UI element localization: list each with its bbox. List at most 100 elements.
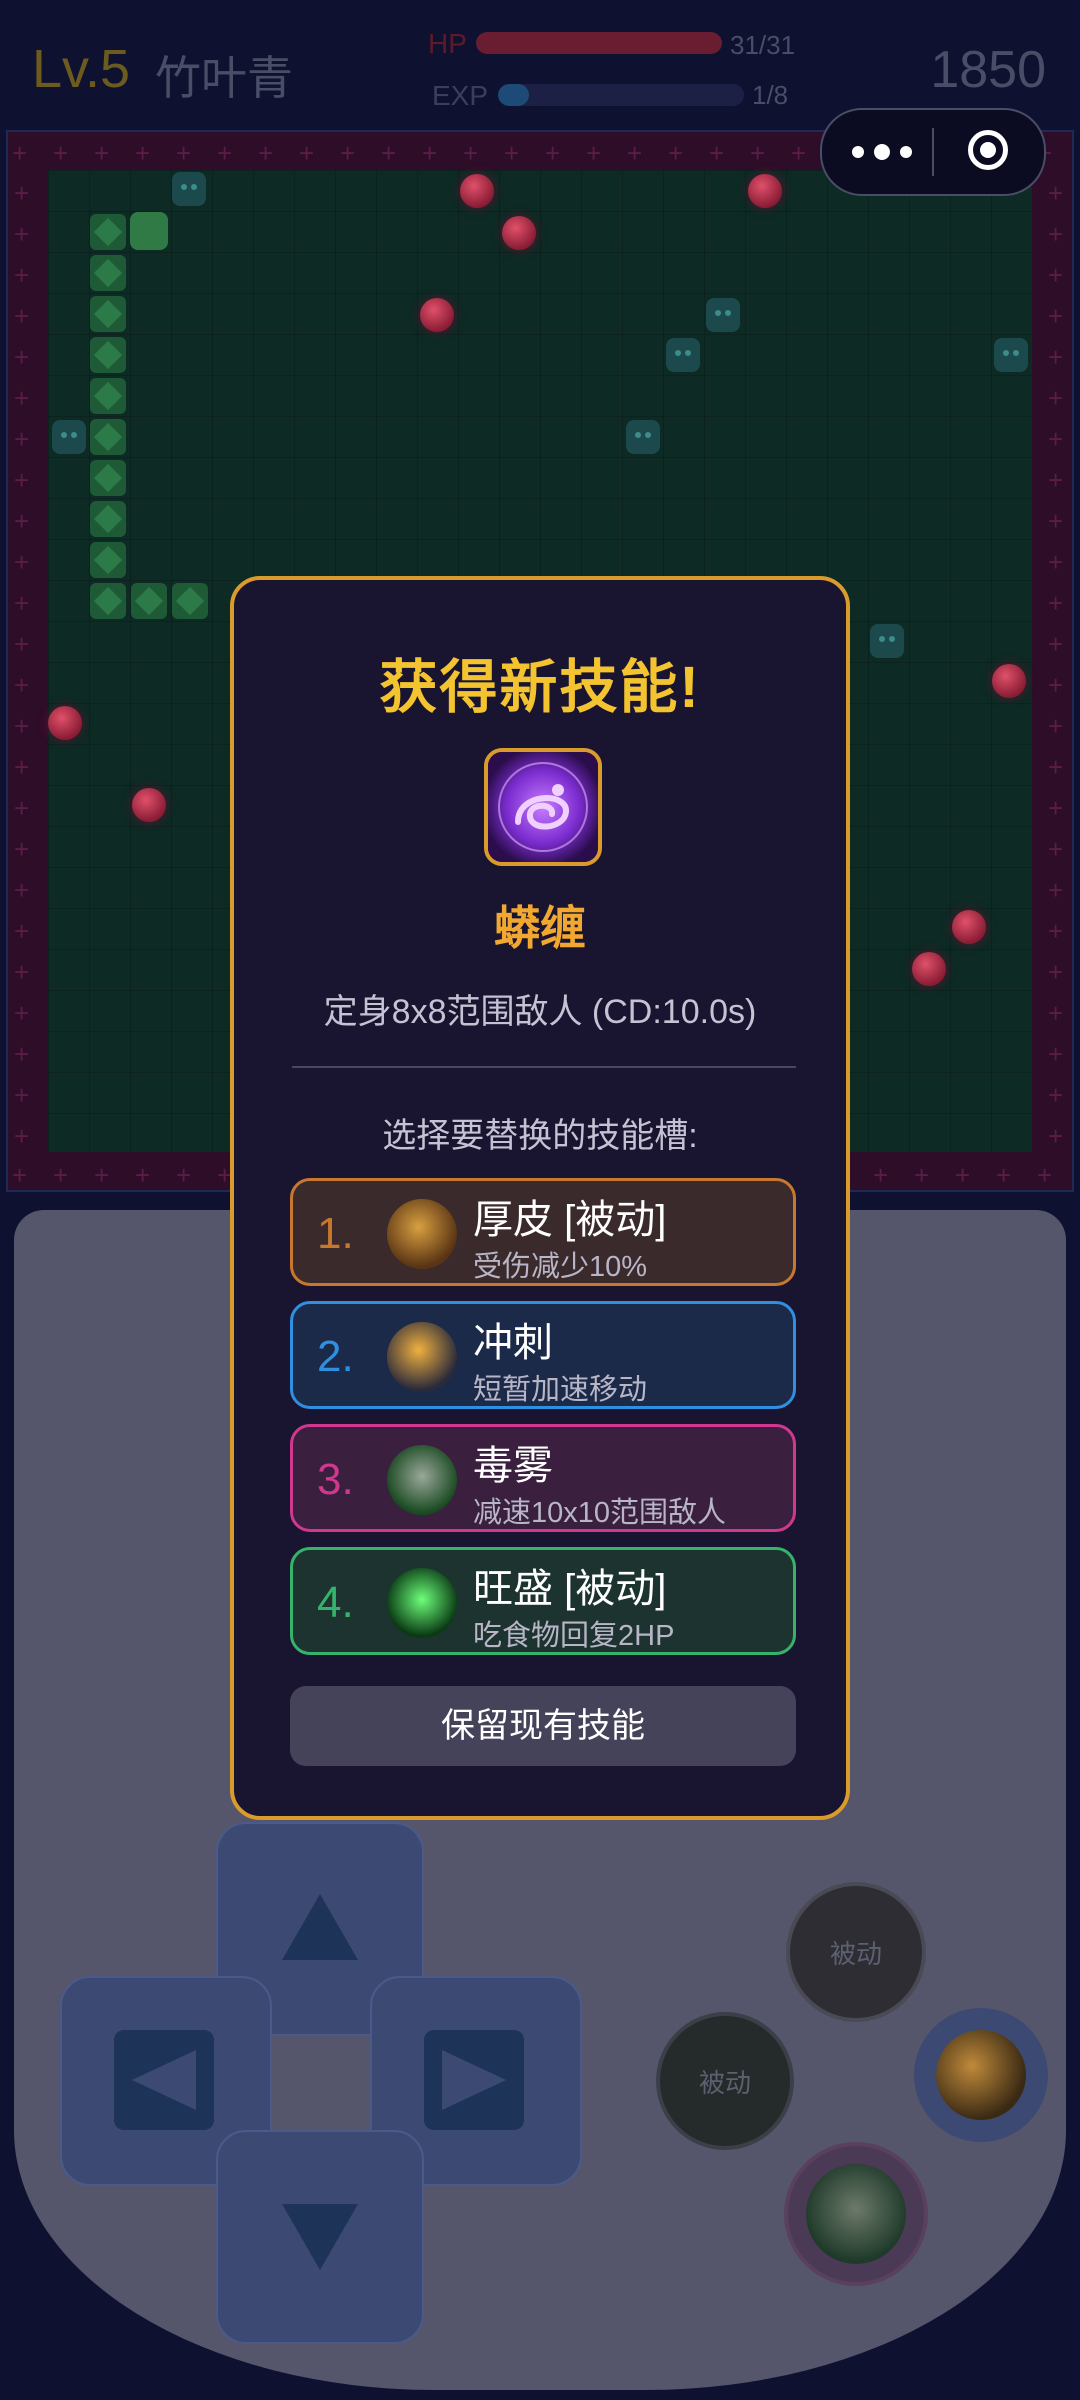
wall-tile: + <box>463 138 479 168</box>
wall-tile: + <box>914 1160 930 1190</box>
wall-tile: + <box>381 138 397 168</box>
hp-label: HP <box>428 28 467 59</box>
dpad-down[interactable] <box>216 2130 424 2344</box>
wall-tile: + <box>14 260 30 290</box>
food-orb <box>460 174 494 208</box>
snake-segment <box>90 419 126 455</box>
level-text: Lv.5 <box>32 39 131 99</box>
wall-tile: + <box>14 875 30 905</box>
snake-segment <box>90 296 126 332</box>
wall-tile: + <box>1048 219 1064 249</box>
dash-icon <box>387 1322 457 1392</box>
wall-tile: + <box>14 834 30 864</box>
python-coil-skill-icon <box>484 748 602 866</box>
arrow-down-icon <box>282 2204 358 2270</box>
wall-tile: + <box>14 711 30 741</box>
wall-tile: + <box>176 138 192 168</box>
slot-skill-description: 吃食物回复2HP <box>473 1620 675 1652</box>
snake-segment <box>90 255 126 291</box>
skill-button-dash[interactable] <box>914 2008 1048 2142</box>
skill-button-label: 被动 <box>698 2067 751 2098</box>
slot-skill-name: 旺盛 [被动] <box>473 1567 667 1611</box>
dash-skill-icon <box>936 2030 1026 2120</box>
wall-tile: + <box>1048 178 1064 208</box>
food-orb <box>912 952 946 986</box>
dialog-title: 获得新技能! <box>379 655 701 720</box>
wall-tile: + <box>545 138 561 168</box>
skill-slot-3[interactable]: 3. 毒雾 减速10x10范围敌人 <box>290 1424 796 1532</box>
enemy <box>706 298 740 332</box>
wall-tile: + <box>1048 957 1064 987</box>
wall-tile: + <box>1048 752 1064 782</box>
hp-text: 31/31 <box>730 30 796 60</box>
wall-tile: + <box>217 138 233 168</box>
food-orb <box>748 174 782 208</box>
skill-button-passive-2[interactable]: 被动 <box>656 2012 794 2150</box>
wall-tile: + <box>586 138 602 168</box>
wall-tile: + <box>791 138 807 168</box>
keep-skills-button[interactable]: 保留现有技能 <box>290 1686 796 1766</box>
wall-tile: + <box>996 1160 1012 1190</box>
wall-tile: + <box>1048 342 1064 372</box>
enemy <box>666 338 700 372</box>
snake-segment <box>90 501 126 537</box>
skill-slot-1[interactable]: 1. 厚皮 [被动] 受伤减少10% <box>290 1178 796 1286</box>
exp-text: 1/8 <box>752 80 789 110</box>
slot-number: 2. <box>317 1332 354 1381</box>
wall-tile: + <box>504 138 520 168</box>
skill-button-passive-1[interactable]: 被动 <box>786 1882 926 2022</box>
new-skill-description: 定身8x8范围敌人 (CD:10.0s) <box>323 993 757 1031</box>
wall-tile: + <box>14 588 30 618</box>
wall-tile: + <box>14 1039 30 1069</box>
dpad-right-key <box>424 2030 524 2130</box>
slot-number: 1. <box>317 1209 354 1258</box>
wall-tile: + <box>14 957 30 987</box>
wall-tile: + <box>1048 424 1064 454</box>
wall-tile: + <box>14 793 30 823</box>
food-orb <box>132 788 166 822</box>
snake-segment <box>90 460 126 496</box>
slot-skill-description: 短暂加速移动 <box>473 1374 648 1406</box>
new-skill-dialog: 获得新技能! 蟒缠 定身8x8范围敌人 (CD:10.0s) 选择要替换的技能槽… <box>230 576 850 1820</box>
wall-tile: + <box>873 1160 889 1190</box>
arrow-up-icon <box>282 1894 358 1960</box>
wall-tile: + <box>1048 1121 1064 1151</box>
wall-tile: + <box>1048 629 1064 659</box>
wall-tile: + <box>1037 1160 1053 1190</box>
slot-skill-name: 厚皮 [被动] <box>473 1198 667 1242</box>
player-name: 竹叶青 <box>155 52 293 104</box>
skill-slot-4[interactable]: 4. 旺盛 [被动] 吃食物回复2HP <box>290 1547 796 1655</box>
food-orb <box>420 298 454 332</box>
exp-bar <box>498 84 744 106</box>
wall-tile: + <box>1048 875 1064 905</box>
skill-button-poison[interactable] <box>784 2142 928 2286</box>
snake-segment <box>90 542 126 578</box>
wall-tile: + <box>14 916 30 946</box>
wall-tile: + <box>1048 301 1064 331</box>
score-text: 1850 <box>930 41 1046 99</box>
wall-tile: + <box>422 138 438 168</box>
wall-tile: + <box>94 138 110 168</box>
enemy <box>52 420 86 454</box>
skill-slot-2[interactable]: 2. 冲刺短暂加速移动 <box>290 1301 796 1409</box>
slot-skill-description: 受伤减少10% <box>473 1251 648 1283</box>
dpad-left-key <box>114 2030 214 2130</box>
wall-tile: + <box>1048 916 1064 946</box>
wall-tile: + <box>1048 1080 1064 1110</box>
wall-tile: + <box>14 998 30 1028</box>
arrow-right-icon <box>442 2050 506 2110</box>
wall-tile: + <box>1048 465 1064 495</box>
skill-button-label: 被动 <box>829 1938 882 1969</box>
slot-skill-name: 冲刺 <box>473 1321 553 1365</box>
wall-tile: + <box>1048 1039 1064 1069</box>
wall-tile: + <box>1048 998 1064 1028</box>
more-icon[interactable] <box>852 140 912 164</box>
wall-tile: + <box>258 138 274 168</box>
wall-tile: + <box>1048 588 1064 618</box>
arrow-left-icon <box>132 2050 196 2110</box>
wall-tile: + <box>14 301 30 331</box>
wall-tile: + <box>14 219 30 249</box>
close-miniprogram-icon[interactable] <box>968 130 1008 170</box>
wall-tile: + <box>340 138 356 168</box>
wall-tile: + <box>14 465 30 495</box>
